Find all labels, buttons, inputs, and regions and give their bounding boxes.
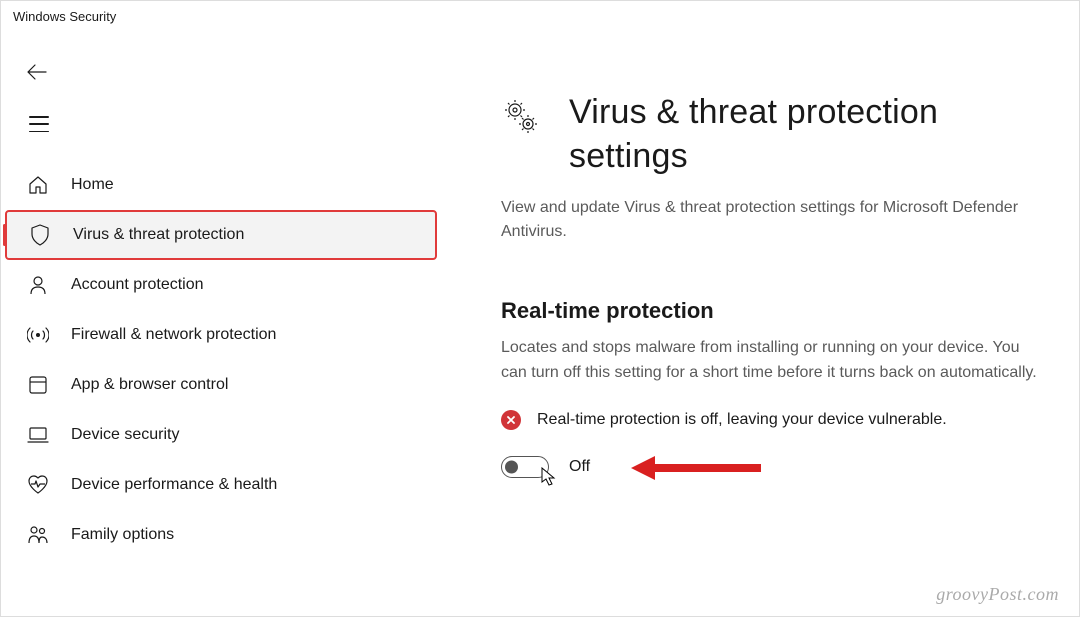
antenna-icon: [27, 324, 49, 346]
sidebar-item-label: App & browser control: [71, 376, 228, 394]
sidebar-item-family[interactable]: Family options: [1, 510, 441, 560]
sidebar-item-label: Family options: [71, 526, 174, 544]
toggle-state-label: Off: [569, 458, 590, 476]
sidebar: Home Virus & threat protection Account p…: [1, 32, 441, 615]
section-title: Real-time protection: [501, 298, 1039, 324]
sidebar-item-firewall[interactable]: Firewall & network protection: [1, 310, 441, 360]
gears-icon: [501, 98, 539, 141]
home-icon: [27, 174, 49, 196]
sidebar-item-label: Firewall & network protection: [71, 326, 276, 344]
shield-icon: [29, 224, 51, 246]
sidebar-item-home[interactable]: Home: [1, 160, 441, 210]
arrow-annotation: [631, 453, 761, 488]
warning-message: Real-time protection is off, leaving you…: [501, 408, 1039, 432]
app-icon: [27, 374, 49, 396]
sidebar-item-label: Home: [71, 176, 114, 194]
watermark: groovyPost.com: [936, 584, 1059, 605]
sidebar-item-device-security[interactable]: Device security: [1, 410, 441, 460]
back-button[interactable]: [27, 60, 51, 84]
sidebar-item-label: Virus & threat protection: [73, 226, 244, 244]
section-description: Locates and stops malware from installin…: [501, 336, 1039, 386]
sidebar-item-account[interactable]: Account protection: [1, 260, 441, 310]
sidebar-item-app-browser[interactable]: App & browser control: [1, 360, 441, 410]
laptop-icon: [27, 424, 49, 446]
main-content: Virus & threat protection settings View …: [441, 32, 1079, 615]
page-title: Virus & threat protection settings: [569, 90, 1039, 178]
warning-text: Real-time protection is off, leaving you…: [537, 408, 947, 432]
back-arrow-icon: [27, 64, 47, 80]
sidebar-item-label: Account protection: [71, 276, 204, 294]
error-icon: [501, 410, 521, 430]
person-icon: [27, 274, 49, 296]
sidebar-item-virus-threat[interactable]: Virus & threat protection: [5, 210, 437, 260]
heart-icon: [27, 474, 49, 496]
window-title: Windows Security: [1, 1, 1079, 32]
page-description: View and update Virus & threat protectio…: [501, 196, 1039, 244]
hamburger-menu-button[interactable]: [29, 116, 49, 132]
sidebar-item-label: Device performance & health: [71, 476, 277, 494]
sidebar-item-performance[interactable]: Device performance & health: [1, 460, 441, 510]
family-icon: [27, 524, 49, 546]
cursor-icon: [541, 467, 557, 492]
sidebar-item-label: Device security: [71, 426, 179, 444]
